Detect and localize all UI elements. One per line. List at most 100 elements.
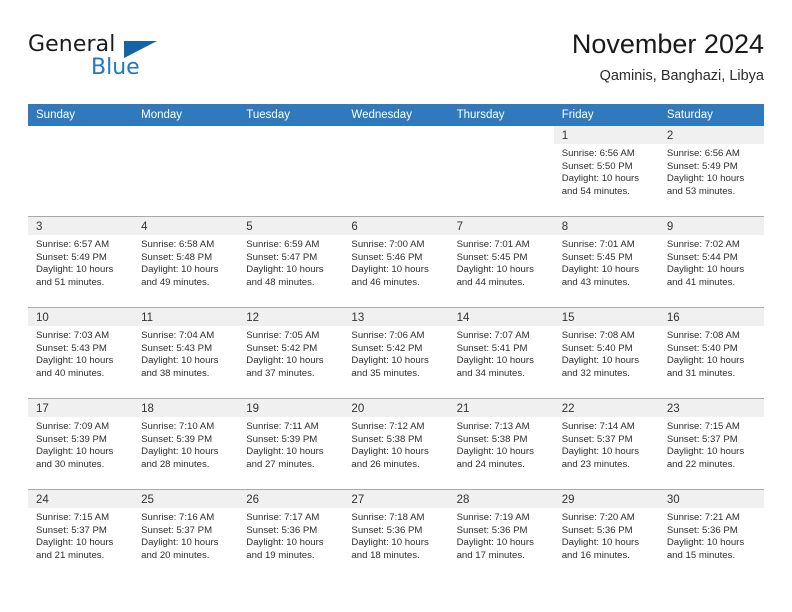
sunset-text: Sunset: 5:38 PM bbox=[456, 433, 528, 445]
calendar-day-cell[interactable]: 28 Sunrise: 7:19 AM Sunset: 5:36 PM Dayligh… bbox=[448, 490, 554, 580]
daylight-text-line2: and 44 minutes. bbox=[456, 276, 525, 288]
day-number: 24 bbox=[36, 494, 49, 506]
calendar-day-cell[interactable]: 17 Sunrise: 7:09 AM Sunset: 5:39 PM Dayligh… bbox=[28, 399, 134, 489]
day-number-strip: 25 bbox=[133, 490, 239, 508]
sunset-text: Sunset: 5:50 PM bbox=[561, 160, 633, 172]
day-details: Sunrise: 7:03 AM Sunset: 5:43 PM Daylight:… bbox=[28, 326, 133, 380]
sunset-text: Sunset: 5:40 PM bbox=[666, 342, 738, 354]
sunset-text: Sunset: 5:36 PM bbox=[561, 524, 633, 536]
calendar-day-cell[interactable]: 6 Sunrise: 7:00 AM Sunset: 5:46 PM Daylight… bbox=[343, 217, 449, 307]
calendar-day-cell[interactable]: 9 Sunrise: 7:02 AM Sunset: 5:44 PM Daylight… bbox=[658, 217, 764, 307]
sunrise-text: Sunrise: 7:20 AM bbox=[561, 512, 635, 523]
daylight-text-line1: Daylight: 10 hours bbox=[456, 264, 534, 276]
calendar-day-cell[interactable]: 22 Sunrise: 7:14 AM Sunset: 5:37 PM Dayligh… bbox=[553, 399, 659, 489]
calendar-day-cell[interactable]: 26 Sunrise: 7:17 AM Sunset: 5:36 PM Dayligh… bbox=[238, 490, 344, 580]
day-details: Sunrise: 7:08 AM Sunset: 5:40 PM Daylight:… bbox=[554, 326, 659, 380]
calendar-day-cell[interactable]: 14 Sunrise: 7:07 AM Sunset: 5:41 PM Dayligh… bbox=[448, 308, 554, 398]
sunrise-text: Sunrise: 7:17 AM bbox=[246, 512, 320, 523]
day-number: 1 bbox=[561, 130, 569, 142]
day-number: 13 bbox=[351, 312, 365, 324]
daylight-text-line2: and 30 minutes. bbox=[36, 458, 105, 470]
daylight-text-line1: Daylight: 10 hours bbox=[561, 446, 640, 458]
day-details: Sunrise: 7:02 AM Sunset: 5:44 PM Daylight:… bbox=[659, 235, 764, 289]
sunset-text: Sunset: 5:36 PM bbox=[351, 524, 423, 536]
sunrise-text: Sunrise: 7:15 AM bbox=[666, 421, 740, 432]
daylight-text-line2: and 17 minutes. bbox=[456, 549, 525, 561]
day-details: Sunrise: 7:12 AM Sunset: 5:38 PM Daylight:… bbox=[343, 417, 448, 471]
calendar-day-cell[interactable]: 11 Sunrise: 7:04 AM Sunset: 5:43 PM Dayligh… bbox=[133, 308, 239, 398]
calendar-day-cell[interactable]: 25 Sunrise: 7:16 AM Sunset: 5:37 PM Dayligh… bbox=[133, 490, 239, 580]
calendar-day-cell[interactable]: 8 Sunrise: 7:01 AM Sunset: 5:45 PM Daylight… bbox=[553, 217, 659, 307]
calendar-day-cell[interactable]: 10 Sunrise: 7:03 AM Sunset: 5:43 PM Dayligh… bbox=[28, 308, 134, 398]
sunrise-text: Sunrise: 7:11 AM bbox=[246, 421, 319, 432]
calendar-day-cell[interactable]: 30 Sunrise: 7:21 AM Sunset: 5:36 PM Dayligh… bbox=[658, 490, 764, 580]
day-number: 26 bbox=[246, 494, 260, 506]
calendar-day-cell[interactable]: 21 Sunrise: 7:13 AM Sunset: 5:38 PM Dayligh… bbox=[448, 399, 554, 489]
calendar-grid: Sunday Monday Tuesday Wednesday Thursday… bbox=[28, 104, 764, 580]
calendar-day-cell[interactable]: 16 Sunrise: 7:08 AM Sunset: 5:40 PM Dayligh… bbox=[658, 308, 764, 398]
daylight-text-line2: and 28 minutes. bbox=[141, 458, 210, 470]
sunset-text: Sunset: 5:49 PM bbox=[36, 251, 107, 263]
calendar-day-cell[interactable]: 19 Sunrise: 7:11 AM Sunset: 5:39 PM Dayligh… bbox=[238, 399, 344, 489]
day-details: Sunrise: 7:13 AM Sunset: 5:38 PM Daylight:… bbox=[449, 417, 554, 471]
calendar-day-cell[interactable]: 5 Sunrise: 6:59 AM Sunset: 5:47 PM Daylight… bbox=[238, 217, 344, 307]
calendar-day-cell-empty bbox=[28, 126, 134, 216]
calendar-week-row: 24 Sunrise: 7:15 AM Sunset: 5:37 PM Dayligh… bbox=[28, 489, 764, 580]
sunset-text: Sunset: 5:43 PM bbox=[36, 342, 107, 354]
sunrise-text: Sunrise: 7:06 AM bbox=[351, 330, 425, 341]
calendar-day-cell[interactable]: 20 Sunrise: 7:12 AM Sunset: 5:38 PM Dayligh… bbox=[343, 399, 449, 489]
day-details: Sunrise: 7:07 AM Sunset: 5:41 PM Daylight:… bbox=[449, 326, 554, 380]
day-details: Sunrise: 7:17 AM Sunset: 5:36 PM Daylight:… bbox=[238, 508, 343, 562]
daylight-text-line1: Daylight: 10 hours bbox=[666, 446, 745, 458]
daylight-text-line2: and 26 minutes. bbox=[351, 458, 420, 470]
calendar-day-cell[interactable]: 1 Sunrise: 6:56 AM Sunset: 5:50 PM Daylight… bbox=[553, 126, 659, 216]
calendar-day-cell[interactable]: 13 Sunrise: 7:06 AM Sunset: 5:42 PM Dayligh… bbox=[343, 308, 449, 398]
calendar-day-cell[interactable]: 24 Sunrise: 7:15 AM Sunset: 5:37 PM Dayligh… bbox=[28, 490, 134, 580]
sunrise-text: Sunrise: 7:04 AM bbox=[141, 330, 215, 341]
calendar-day-cell[interactable]: 7 Sunrise: 7:01 AM Sunset: 5:45 PM Daylight… bbox=[448, 217, 554, 307]
sunrise-text: Sunrise: 6:57 AM bbox=[36, 239, 110, 250]
day-number-strip: 18 bbox=[133, 399, 239, 417]
daylight-text-line1: Daylight: 10 hours bbox=[246, 264, 324, 276]
daylight-text-line1: Daylight: 10 hours bbox=[36, 264, 114, 276]
sunrise-text: Sunrise: 7:03 AM bbox=[36, 330, 110, 341]
day-number-strip: 7 bbox=[448, 217, 554, 235]
day-number-strip: 22 bbox=[553, 399, 659, 417]
day-details: Sunrise: 7:01 AM Sunset: 5:45 PM Daylight:… bbox=[449, 235, 554, 289]
daylight-text-line2: and 32 minutes. bbox=[561, 367, 630, 379]
daylight-text-line2: and 48 minutes. bbox=[246, 276, 315, 288]
day-number-strip: 12 bbox=[238, 308, 344, 326]
day-number-strip bbox=[133, 126, 238, 144]
sunrise-text: Sunrise: 7:15 AM bbox=[36, 512, 110, 523]
daylight-text-line2: and 35 minutes. bbox=[351, 367, 420, 379]
day-details: Sunrise: 7:00 AM Sunset: 5:46 PM Daylight:… bbox=[343, 235, 448, 289]
calendar-day-cell[interactable]: 23 Sunrise: 7:15 AM Sunset: 5:37 PM Dayligh… bbox=[658, 399, 764, 489]
day-details: Sunrise: 7:11 AM Sunset: 5:39 PM Daylight:… bbox=[238, 417, 343, 471]
day-number-strip: 16 bbox=[658, 308, 764, 326]
day-number-strip: 30 bbox=[658, 490, 764, 508]
day-number-strip bbox=[28, 126, 133, 144]
calendar-day-cell[interactable]: 18 Sunrise: 7:10 AM Sunset: 5:39 PM Dayligh… bbox=[133, 399, 239, 489]
calendar-day-cell[interactable]: 12 Sunrise: 7:05 AM Sunset: 5:42 PM Dayligh… bbox=[238, 308, 344, 398]
day-details: Sunrise: 6:59 AM Sunset: 5:47 PM Daylight:… bbox=[238, 235, 343, 289]
sunrise-text: Sunrise: 7:18 AM bbox=[351, 512, 425, 523]
daylight-text-line2: and 41 minutes. bbox=[666, 276, 736, 288]
calendar-day-cell[interactable]: 15 Sunrise: 7:08 AM Sunset: 5:40 PM Dayligh… bbox=[553, 308, 659, 398]
weekday-header-friday: Friday bbox=[561, 109, 594, 121]
day-number-strip: 17 bbox=[28, 399, 134, 417]
day-number: 16 bbox=[666, 312, 680, 324]
weekday-header-row: Sunday Monday Tuesday Wednesday Thursday… bbox=[28, 104, 764, 126]
daylight-text-line1: Daylight: 10 hours bbox=[666, 264, 745, 276]
day-details: Sunrise: 7:06 AM Sunset: 5:42 PM Daylight:… bbox=[343, 326, 448, 380]
general-blue-logo[interactable]: General Blue bbox=[28, 32, 248, 88]
calendar-day-cell[interactable]: 4 Sunrise: 6:58 AM Sunset: 5:48 PM Daylight… bbox=[133, 217, 239, 307]
sunset-text: Sunset: 5:38 PM bbox=[351, 433, 423, 445]
daylight-text-line1: Daylight: 10 hours bbox=[351, 537, 429, 549]
calendar-day-cell[interactable]: 3 Sunrise: 6:57 AM Sunset: 5:49 PM Daylight… bbox=[28, 217, 134, 307]
calendar-day-cell[interactable]: 29 Sunrise: 7:20 AM Sunset: 5:36 PM Dayligh… bbox=[553, 490, 659, 580]
logo-word-blue: Blue bbox=[91, 55, 140, 80]
daylight-text-line1: Daylight: 10 hours bbox=[141, 446, 219, 458]
calendar-day-cell[interactable]: 27 Sunrise: 7:18 AM Sunset: 5:36 PM Dayligh… bbox=[343, 490, 449, 580]
daylight-text-line2: and 27 minutes. bbox=[246, 458, 315, 470]
calendar-day-cell[interactable]: 2 Sunrise: 6:56 AM Sunset: 5:49 PM Daylight… bbox=[658, 126, 764, 216]
